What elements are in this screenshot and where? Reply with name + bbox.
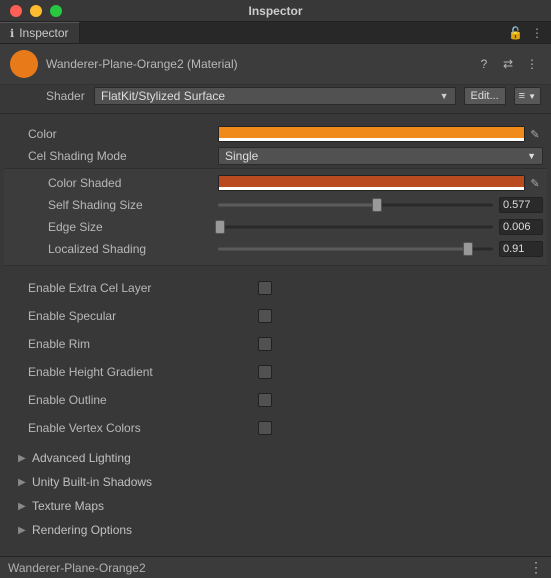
enable-rim-row: Enable Rim [8,330,543,358]
chevron-down-icon: ▼ [528,92,536,101]
caret-right-icon: ▶ [18,501,28,512]
material-preview-icon[interactable] [10,50,38,78]
enable-vertex-colors-label: Enable Vertex Colors [8,421,258,435]
preview-menu-icon[interactable]: ⋮ [529,559,543,576]
kebab-menu-icon[interactable]: ⋮ [523,55,541,73]
color-row: Color ✎ [8,124,543,144]
localized-shading-slider[interactable] [218,241,493,257]
enable-vertex-colors-checkbox[interactable] [258,421,272,435]
enable-specular-row: Enable Specular [8,302,543,330]
caret-right-icon: ▶ [18,477,28,488]
self-shading-size-row: Self Shading Size 0.577 [8,195,543,215]
tab-label: Inspector [19,26,68,40]
properties-panel: Color ✎ Cel Shading Mode Single ▼ Color … [0,114,551,542]
self-shading-size-label: Self Shading Size [8,198,218,212]
foldout-label: Texture Maps [32,499,104,513]
cel-shading-mode-row: Cel Shading Mode Single ▼ [8,146,543,166]
enable-specular-checkbox[interactable] [258,309,272,323]
color-field[interactable] [218,126,525,142]
color-shaded-field[interactable] [218,175,525,191]
color-shaded-row: Color Shaded ✎ [8,173,543,193]
foldout-rendering-options[interactable]: ▶ Rendering Options [8,518,543,542]
shader-dropdown-value: FlatKit/Stylized Surface [101,89,225,103]
enable-extra-cel-row: Enable Extra Cel Layer [8,274,543,302]
enable-rim-label: Enable Rim [8,337,258,351]
chevron-down-icon: ▼ [527,151,536,161]
shader-row: Shader FlatKit/Stylized Surface ▼ Edit..… [0,85,551,114]
foldout-label: Advanced Lighting [32,451,131,465]
lock-icon[interactable]: 🔓 [508,26,523,40]
tab-inspector[interactable]: ℹ Inspector [0,22,80,43]
shader-list-button[interactable]: ≡ ▼ [514,87,541,105]
panel-tabbar: ℹ Inspector 🔓 ⋮ [0,22,551,44]
shader-dropdown[interactable]: FlatKit/Stylized Surface ▼ [94,87,456,105]
enable-extra-cel-checkbox[interactable] [258,281,272,295]
enable-outline-label: Enable Outline [8,393,258,407]
cel-shading-mode-dropdown[interactable]: Single ▼ [218,147,543,165]
edge-size-slider[interactable] [218,219,493,235]
enable-extra-cel-label: Enable Extra Cel Layer [8,281,258,295]
color-shaded-label: Color Shaded [8,176,218,190]
edit-shader-button[interactable]: Edit... [464,87,506,105]
window-titlebar: Inspector [0,0,551,22]
cel-shading-mode-label: Cel Shading Mode [8,149,218,163]
preset-icon[interactable]: ⇄ [499,55,517,73]
caret-right-icon: ▶ [18,453,28,464]
dropdown-value: Single [225,149,258,163]
self-shading-size-value[interactable]: 0.577 [499,197,543,213]
edge-size-label: Edge Size [8,220,218,234]
color-picker-icon[interactable]: ✎ [527,177,543,190]
enable-height-gradient-row: Enable Height Gradient [8,358,543,386]
shader-label: Shader [46,89,86,103]
enable-height-gradient-label: Enable Height Gradient [8,365,258,379]
enable-vertex-colors-row: Enable Vertex Colors [8,414,543,442]
list-icon: ≡ [519,90,525,102]
color-label: Color [8,127,218,141]
material-header: Wanderer-Plane-Orange2 (Material) ? ⇄ ⋮ [0,44,551,85]
enable-specular-label: Enable Specular [8,309,258,323]
info-icon: ℹ [10,27,14,40]
edge-size-row: Edge Size 0.006 [8,217,543,237]
color-picker-icon[interactable]: ✎ [527,128,543,141]
window-title: Inspector [0,4,551,18]
self-shading-size-slider[interactable] [218,197,493,213]
foldout-builtin-shadows[interactable]: ▶ Unity Built-in Shadows [8,470,543,494]
enable-rim-checkbox[interactable] [258,337,272,351]
cel-shading-section: Color Shaded ✎ Self Shading Size 0.577 E… [4,168,547,266]
caret-right-icon: ▶ [18,525,28,536]
localized-shading-label: Localized Shading [8,242,218,256]
edge-size-value[interactable]: 0.006 [499,219,543,235]
chevron-down-icon: ▼ [440,91,449,101]
panel-menu-icon[interactable]: ⋮ [531,26,543,40]
foldout-label: Unity Built-in Shadows [32,475,152,489]
enable-outline-checkbox[interactable] [258,393,272,407]
localized-shading-value[interactable]: 0.91 [499,241,543,257]
localized-shading-row: Localized Shading 0.91 [8,239,543,259]
enable-height-gradient-checkbox[interactable] [258,365,272,379]
foldout-label: Rendering Options [32,523,132,537]
foldout-advanced-lighting[interactable]: ▶ Advanced Lighting [8,446,543,470]
help-icon[interactable]: ? [475,55,493,73]
material-name: Wanderer-Plane-Orange2 (Material) [46,57,467,71]
enable-outline-row: Enable Outline [8,386,543,414]
status-text: Wanderer-Plane-Orange2 [8,561,146,575]
statusbar: Wanderer-Plane-Orange2 ⋮ [0,556,551,578]
foldout-texture-maps[interactable]: ▶ Texture Maps [8,494,543,518]
